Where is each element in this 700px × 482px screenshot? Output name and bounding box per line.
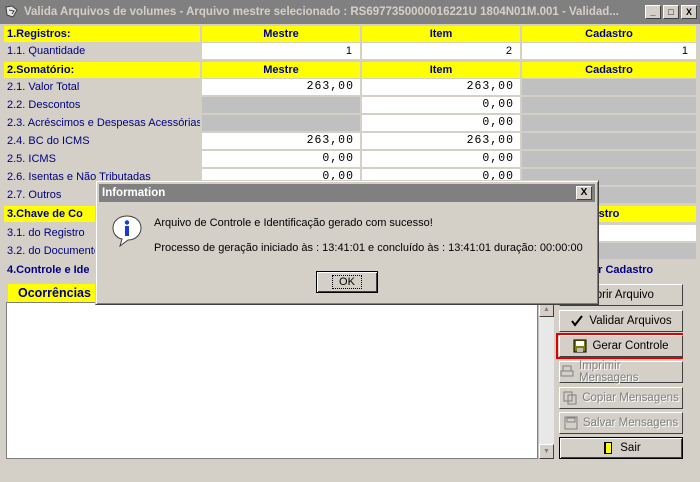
ok-button[interactable]: OK — [316, 271, 378, 293]
descontos-item: 0,00 — [362, 97, 520, 113]
quantidade-mestre: 1 — [202, 43, 360, 59]
gerar-controle-button[interactable]: Gerar Controle — [559, 335, 683, 357]
row-label-acrescimos: 2.3. Acréscimos e Despesas Acessórias — [4, 115, 200, 131]
information-dialog: Information X Arquivo de Controle e Iden… — [95, 180, 599, 305]
ocorrencias-scrollbar[interactable]: ▲ ▼ — [538, 302, 554, 459]
app-icon — [4, 4, 20, 20]
checkmark-icon — [570, 314, 584, 328]
icms-cadastro — [522, 151, 696, 167]
sair-label: Sair — [620, 442, 641, 454]
somatorio-mestre-header: Mestre — [202, 62, 360, 78]
row-label-bc-icms: 2.4. BC do ICMS — [4, 133, 200, 149]
copy-icon — [563, 391, 577, 405]
window-title: Valida Arquivos de volumes - Arquivo mes… — [24, 6, 619, 18]
registros-item-header: Item — [362, 26, 520, 42]
somatorio-title: 2.Somatório: — [4, 62, 200, 78]
bc-icms-mestre: 263,00 — [202, 133, 360, 149]
bc-icms-item: 263,00 — [362, 133, 520, 149]
info-icon — [111, 214, 143, 251]
row-label-icms: 2.5. ICMS — [4, 151, 200, 167]
copiar-mensagens-button[interactable]: Copiar Mensagens — [559, 387, 683, 409]
imprimir-mensagens-button[interactable]: Imprimir Mensagens — [559, 360, 683, 384]
registros-mestre-header: Mestre — [202, 26, 360, 42]
row-label-descontos: 2.2. Descontos — [4, 97, 200, 113]
minimize-button[interactable]: _ — [645, 5, 661, 19]
acrescimos-mestre — [202, 115, 360, 131]
somatorio-item-header: Item — [362, 62, 520, 78]
save-icon — [564, 416, 578, 430]
exit-door-icon — [601, 441, 615, 455]
somatorio-cadastro-header: Cadastro — [522, 62, 696, 78]
quantidade-cadastro: 1 — [522, 43, 696, 59]
dialog-message-success: Arquivo de Controle e Identificação gera… — [154, 217, 433, 229]
ok-label: OK — [332, 275, 362, 289]
copiar-mensagens-label: Copiar Mensagens — [582, 392, 679, 404]
salvar-mensagens-label: Salvar Mensagens — [582, 417, 679, 429]
registros-title: 1.Registros: — [4, 26, 200, 42]
row-label-quantidade: 1.1. Quantidade — [4, 43, 200, 59]
gerar-controle-label: Gerar Controle — [592, 340, 669, 352]
salvar-mensagens-button[interactable]: Salvar Mensagens — [559, 412, 683, 434]
valor-total-item: 263,00 — [362, 79, 520, 95]
imprimir-mensagens-label: Imprimir Mensagens — [579, 360, 639, 384]
valor-total-mestre: 263,00 — [202, 79, 360, 95]
acrescimos-item: 0,00 — [362, 115, 520, 131]
floppy-disk-icon — [573, 339, 587, 353]
title-bar: Valida Arquivos de volumes - Arquivo mes… — [0, 0, 700, 24]
registros-cadastro-header: Cadastro — [522, 26, 696, 42]
dialog-title-bar: Information X — [99, 184, 595, 202]
bc-icms-cadastro — [522, 133, 696, 149]
dialog-title: Information — [102, 187, 166, 199]
validar-arquivos-label: Validar Arquivos — [589, 315, 672, 327]
close-button[interactable]: X — [681, 5, 697, 19]
icms-mestre: 0,00 — [202, 151, 360, 167]
scroll-down-arrow[interactable]: ▼ — [539, 444, 554, 459]
printer-icon — [560, 365, 574, 379]
row-label-valor-total: 2.1. Valor Total — [4, 79, 200, 95]
valor-total-cadastro — [522, 79, 696, 95]
quantidade-item: 2 — [362, 43, 520, 59]
validar-arquivos-button[interactable]: Validar Arquivos — [559, 310, 683, 332]
dialog-message-timing: Processo de geração iniciado às : 13:41:… — [154, 242, 583, 254]
acrescimos-cadastro — [522, 115, 696, 131]
maximize-button[interactable]: □ — [663, 5, 679, 19]
descontos-cadastro — [522, 97, 696, 113]
ocorrencias-list[interactable] — [6, 302, 538, 459]
descontos-mestre — [202, 97, 360, 113]
icms-item: 0,00 — [362, 151, 520, 167]
dialog-close-button[interactable]: X — [576, 186, 592, 200]
sair-button[interactable]: Sair — [559, 437, 683, 459]
